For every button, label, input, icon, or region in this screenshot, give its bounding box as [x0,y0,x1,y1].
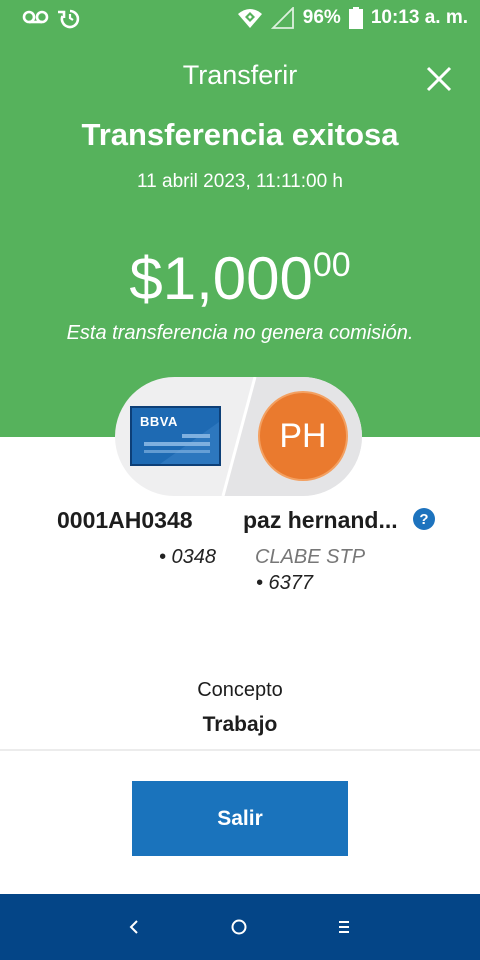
signal-icon [270,7,294,29]
concept-value: Trabajo [202,713,278,736]
voicemail-icon [22,9,80,29]
menu-button[interactable] [314,894,374,960]
back-button[interactable] [104,894,164,960]
card-stripes [144,422,219,464]
battery-percent: 96% [302,7,341,28]
back-icon [129,920,138,934]
recipient-avatar: PH [258,391,348,481]
close-button[interactable] [424,64,454,94]
recipient-name: paz hernand... [243,507,398,533]
status-right: 96% 10:13 a. m. [237,6,468,30]
system-nav-bar [0,894,480,960]
clock: 10:13 a. m. [370,7,468,28]
battery-icon [348,7,363,29]
recipient-clabe-label: CLABE STP [255,546,366,568]
page-title: Transferir [182,60,298,90]
status-left-icons [22,6,102,30]
menu-icon [339,921,349,933]
amount-cents: 00 [312,246,351,284]
transfer-amount: $1,00000 [0,244,480,313]
sync-icon [58,9,80,29]
close-icon [426,66,452,92]
success-headline: Transferencia exitosa [81,117,399,152]
bank-card: BBVA [130,406,221,466]
status-bar: 96% 10:13 a. m. [0,0,480,36]
help-icon[interactable]: ? [413,508,435,530]
home-button[interactable] [209,894,269,960]
wifi-icon [237,9,262,28]
commission-note: Esta transferencia no genera comisión. [66,322,414,344]
home-icon [231,919,247,935]
transfer-datetime: 11 abril 2023, 11:11:00 h [137,171,343,192]
origin-last-digits: • 0348 [159,546,217,568]
divider [0,749,480,751]
recipient-last-digits: • 6377 [256,572,314,594]
amount-integer: $1,000 [129,245,313,312]
origin-account: 0001AH0348 [57,507,193,533]
concept-label: Concepto [197,679,283,701]
exit-button[interactable]: Salir [132,781,348,856]
